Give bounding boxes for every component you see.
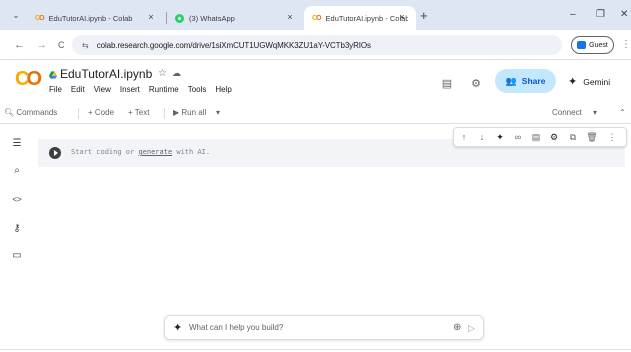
notebook-title[interactable]: EduTutorAI.ipynb (60, 67, 152, 81)
close-tab-icon[interactable]: × (396, 12, 408, 22)
profile-label: Guest (589, 41, 608, 49)
table-of-contents-icon[interactable]: ☰ (10, 137, 24, 151)
move-down-icon[interactable]: ↓ (476, 131, 488, 143)
connect-dropdown-icon[interactable]: ▾ (593, 108, 597, 117)
browser-tab[interactable]: (3) WhatsApp × (167, 6, 304, 30)
cell-placeholder[interactable]: Start coding or generate with AI. (71, 148, 210, 156)
menu-tools[interactable]: Tools (188, 85, 207, 94)
gemini-label: Gemini (583, 76, 611, 87)
add-icon[interactable]: ⊕ (453, 322, 461, 334)
whatsapp-icon (175, 13, 184, 23)
close-tab-icon[interactable]: × (145, 12, 157, 22)
code-snippets-icon[interactable]: <> (10, 193, 24, 207)
address-bar-row: ← → C ⇆ colab.research.google.com/drive/… (0, 30, 631, 60)
cell-toolbar: ↑ ↓ ✦ ∞ ▤ ⚙ ⧉ 🗑︎ ⋮ (453, 127, 627, 147)
comment-icon[interactable]: ▤ (530, 131, 542, 143)
share-label: Share (521, 76, 546, 86)
gemini-sparkle-icon: ✦ (568, 76, 578, 88)
gemini-button[interactable]: ✦ Gemini (568, 75, 610, 88)
guest-profile-icon (577, 41, 587, 49)
collapse-header-icon[interactable]: ⌃ (619, 108, 626, 117)
placeholder-text: Start coding or (71, 148, 139, 156)
toolbar-divider (78, 108, 79, 119)
menu-insert[interactable]: Insert (120, 85, 140, 94)
new-tab-button[interactable]: + (420, 9, 428, 22)
files-folder-icon[interactable]: ▭ (10, 249, 24, 263)
browser-tab[interactable]: CO EduTutorAI.ipynb - Colab × (27, 6, 165, 30)
commands-button[interactable]: 🔍︎ Commands (4, 108, 57, 117)
delete-icon[interactable]: 🗑︎ (586, 131, 598, 143)
menu-view[interactable]: View (94, 85, 111, 94)
prompt-input[interactable]: What can I help you build? (189, 323, 283, 332)
mirror-cell-icon[interactable]: ⧉ (567, 131, 579, 143)
add-code-button[interactable]: + Code (88, 108, 114, 117)
maximize-icon[interactable]: ❐ (596, 9, 605, 21)
send-icon[interactable]: ▷ (468, 322, 475, 334)
run-cell-button[interactable] (49, 147, 61, 159)
colab-menu-bar: File Edit View Insert Runtime Tools Help (49, 85, 232, 94)
browser-tab-active[interactable]: CO EduTutorAI.ipynb - Colab × (304, 6, 416, 30)
tab-title: (3) WhatsApp (189, 13, 235, 23)
run-all-button[interactable]: ▶ Run all (173, 108, 206, 117)
menu-file[interactable]: File (49, 85, 62, 94)
settings-gear-icon[interactable]: ⚙ (469, 77, 483, 91)
colab-icon: CO (35, 14, 45, 22)
colab-icon: CO (312, 14, 322, 22)
gemini-prompt-box[interactable]: ✦ What can I help you build? ⊕ ▷ (164, 315, 484, 340)
browser-tab-strip: ⌄ CO EduTutorAI.ipynb - Colab × (3) What… (0, 0, 631, 30)
cloud-saved-icon: ☁ (172, 68, 181, 78)
url-text[interactable]: colab.research.google.com/drive/1siXmCUT… (97, 41, 371, 50)
people-icon: 👥 (505, 75, 517, 86)
notebook-toolbar: 🔍︎ Commands + Code + Text ▶ Run all ▾ Co… (0, 103, 631, 124)
google-drive-icon (49, 71, 57, 79)
menu-edit[interactable]: Edit (71, 85, 85, 94)
find-icon[interactable]: ⌕ (10, 164, 24, 178)
minimize-icon[interactable]: – (570, 9, 576, 21)
site-info-icon[interactable]: ⇆ (82, 41, 89, 50)
back-arrow-icon[interactable]: ← (14, 39, 25, 51)
status-divider (0, 349, 631, 350)
settings-icon[interactable]: ⚙ (548, 131, 560, 143)
link-icon[interactable]: ∞ (512, 131, 524, 143)
forward-arrow-icon[interactable]: → (36, 39, 47, 51)
move-up-icon[interactable]: ↑ (458, 131, 470, 143)
tab-search-chevron-icon[interactable]: ⌄ (9, 9, 23, 23)
reload-icon[interactable]: C (58, 39, 65, 51)
browser-menu-icon[interactable]: ⋮ (621, 40, 631, 50)
profile-button[interactable]: Guest (571, 36, 614, 54)
add-text-button[interactable]: + Text (128, 108, 149, 117)
more-icon[interactable]: ⋮ (606, 131, 618, 143)
generate-link[interactable]: generate (138, 148, 172, 156)
toolbar-divider (164, 108, 165, 119)
gemini-icon[interactable]: ✦ (494, 131, 506, 143)
tab-title: EduTutorAI.ipynb - Colab (48, 13, 133, 23)
connect-button[interactable]: Connect (552, 108, 582, 117)
star-icon[interactable]: ☆ (158, 68, 167, 79)
share-button[interactable]: 👥 Share (495, 69, 556, 93)
close-tab-icon[interactable]: × (284, 12, 296, 22)
close-window-icon[interactable]: ✕ (620, 9, 628, 21)
search-icon: 🔍︎ (4, 108, 15, 117)
colab-logo[interactable]: CO (15, 69, 42, 89)
run-all-dropdown-icon[interactable]: ▾ (216, 108, 220, 117)
placeholder-text: with AI. (172, 148, 211, 156)
menu-help[interactable]: Help (215, 85, 231, 94)
gemini-sparkle-icon: ✦ (173, 322, 183, 334)
secrets-key-icon[interactable]: ⚷ (10, 222, 24, 236)
url-field[interactable]: ⇆ colab.research.google.com/drive/1siXmC… (72, 35, 562, 55)
menu-runtime[interactable]: Runtime (149, 85, 179, 94)
comments-icon[interactable]: ▤ (440, 77, 454, 91)
commands-label: Commands (16, 108, 58, 117)
